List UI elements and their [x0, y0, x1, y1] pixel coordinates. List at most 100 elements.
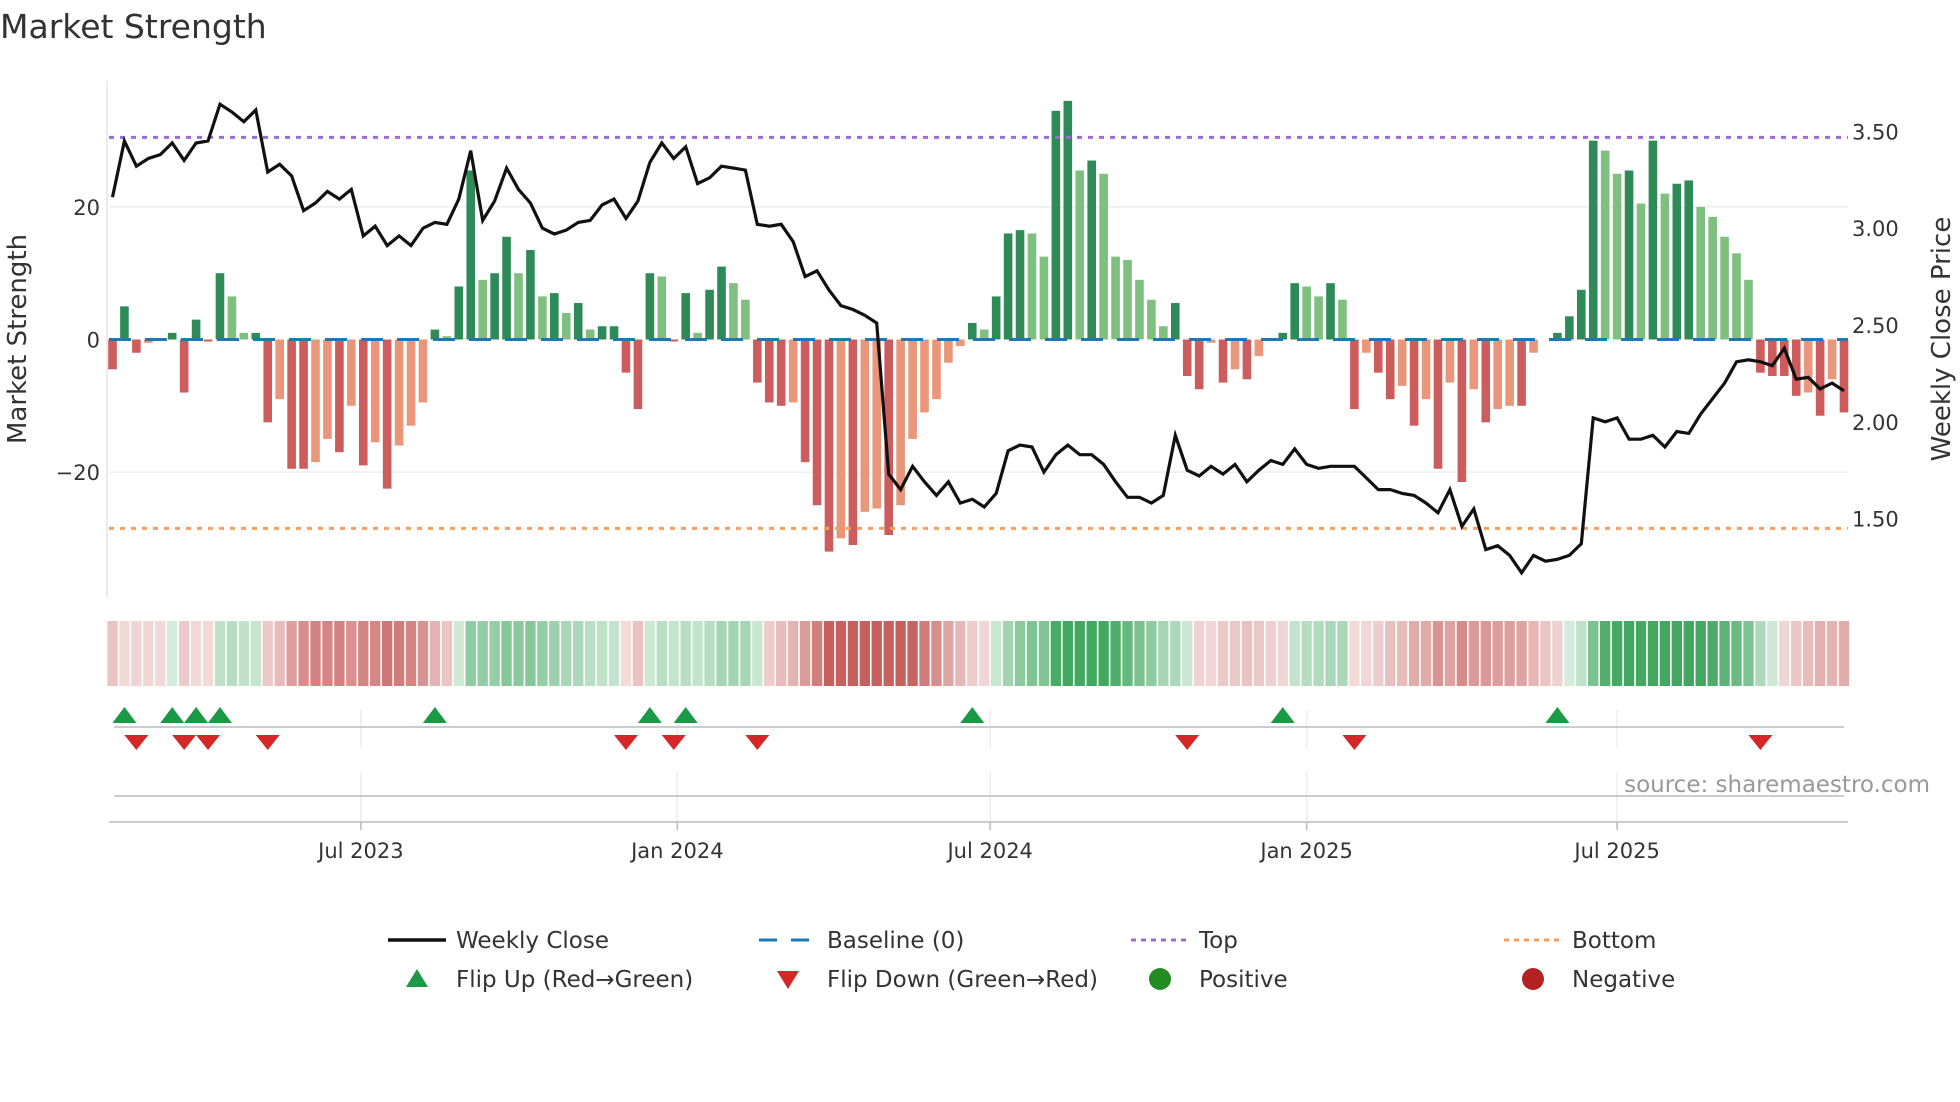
bar-positive: [1290, 283, 1299, 340]
legend: Weekly Close Baseline (0) Top Bottom Flip Up…: [388, 928, 1675, 993]
bar-positive: [729, 283, 738, 340]
bar-positive: [1123, 259, 1132, 340]
heat-cell: [1038, 621, 1050, 686]
source-credit: source: sharemaestro.com: [1624, 772, 1930, 798]
bar-negative: [382, 339, 392, 489]
flip-down-marker: [661, 735, 686, 750]
bar-negative: [1218, 339, 1228, 383]
heat-cell: [1504, 621, 1515, 686]
bar-negative: [1409, 339, 1419, 426]
bar-negative: [347, 339, 356, 406]
bar-positive: [502, 236, 511, 340]
heat-cell: [525, 621, 536, 686]
heat-cell: [1635, 621, 1647, 686]
heat-cell: [1838, 621, 1850, 686]
heat-cell: [489, 621, 500, 686]
bar-positive: [239, 332, 249, 340]
legend-item-positive: Positive: [1149, 967, 1288, 993]
heat-cell: [573, 621, 584, 686]
y2-tick-label: 2.50: [1852, 314, 1899, 338]
heat-cell: [656, 621, 667, 686]
bar-negative: [394, 339, 404, 446]
bar-negative: [848, 339, 858, 545]
heat-cell: [608, 621, 620, 686]
bar-positive: [967, 322, 977, 340]
heat-cell: [155, 621, 166, 686]
bar-positive: [526, 250, 535, 340]
bar-negative: [1350, 339, 1359, 410]
heat-cell: [1146, 621, 1157, 686]
heat-cell: [1468, 621, 1479, 686]
heat-cell: [226, 621, 238, 686]
heat-cell: [1396, 621, 1408, 686]
bar-positive: [657, 276, 667, 340]
heat-cell: [1158, 621, 1169, 686]
heat-cell: [1480, 621, 1491, 686]
heat-cell: [190, 621, 202, 686]
circle-icon: [1522, 968, 1544, 990]
legend-label: Baseline (0): [827, 928, 964, 954]
bar-negative: [1362, 339, 1371, 353]
heat-cell: [167, 621, 178, 686]
bar-negative: [1254, 339, 1264, 357]
bar-negative: [1469, 339, 1479, 390]
heat-cell: [1576, 621, 1587, 686]
bar-negative: [1397, 339, 1407, 386]
heat-cell: [1265, 621, 1276, 686]
bar-positive: [1314, 296, 1323, 340]
bar-positive: [991, 296, 1001, 340]
heat-cell: [453, 621, 464, 686]
heat-cell: [262, 621, 273, 686]
heat-cell: [596, 621, 608, 686]
bar-positive: [1338, 299, 1347, 340]
y2-tick-label: 1.50: [1852, 508, 1899, 532]
heat-cell: [1277, 621, 1288, 686]
heat-cell: [1600, 621, 1611, 686]
heat-cell: [1098, 621, 1109, 686]
bar-positive: [1684, 180, 1694, 340]
bar-positive: [1672, 183, 1682, 340]
heat-cell: [955, 621, 966, 686]
flip-down-marker: [255, 735, 280, 750]
heat-cell: [764, 621, 775, 686]
heat-cell: [143, 621, 154, 686]
heat-cell: [1313, 621, 1324, 686]
heat-cell: [298, 621, 309, 686]
bar-negative: [753, 339, 762, 383]
y2-tick-label: 2.00: [1852, 411, 1899, 435]
bar-positive: [1003, 233, 1013, 340]
heat-cell: [1456, 621, 1468, 686]
heat-cell: [358, 621, 369, 686]
heat-cell: [1767, 621, 1778, 686]
bar-positive: [705, 289, 714, 340]
heat-cell: [334, 621, 345, 686]
y2-tick-label: 3.50: [1852, 120, 1899, 144]
heat-cell: [799, 621, 811, 686]
left-axis-ticks: 20 0 −20: [56, 196, 100, 485]
bar-positive: [645, 273, 655, 340]
bar-positive: [717, 266, 726, 340]
heat-cell: [931, 621, 942, 686]
flip-down-marker: [1175, 735, 1200, 750]
bar-negative: [788, 339, 798, 403]
heat-cell: [967, 621, 978, 686]
heat-cell: [752, 621, 763, 686]
x-tick-label: Jul 2023: [316, 839, 403, 863]
bar-positive: [1015, 230, 1025, 340]
heat-cell: [1420, 621, 1432, 686]
heat-cell: [1253, 621, 1265, 686]
heat-cell: [1241, 621, 1253, 686]
circle-icon: [1149, 968, 1171, 990]
legend-item-negative: Negative: [1522, 967, 1675, 993]
bar-negative: [287, 339, 296, 469]
heat-cell: [787, 621, 799, 686]
legend-label: Weekly Close: [456, 928, 609, 954]
heat-cell: [716, 621, 727, 686]
y-tick-label: 0: [87, 329, 100, 353]
bar-positive: [191, 319, 201, 340]
heat-cell: [1349, 621, 1360, 686]
flip-down-marker: [124, 735, 149, 750]
y-tick-label: −20: [56, 461, 100, 485]
bar-positive: [1600, 150, 1610, 340]
heat-cell: [847, 621, 859, 686]
